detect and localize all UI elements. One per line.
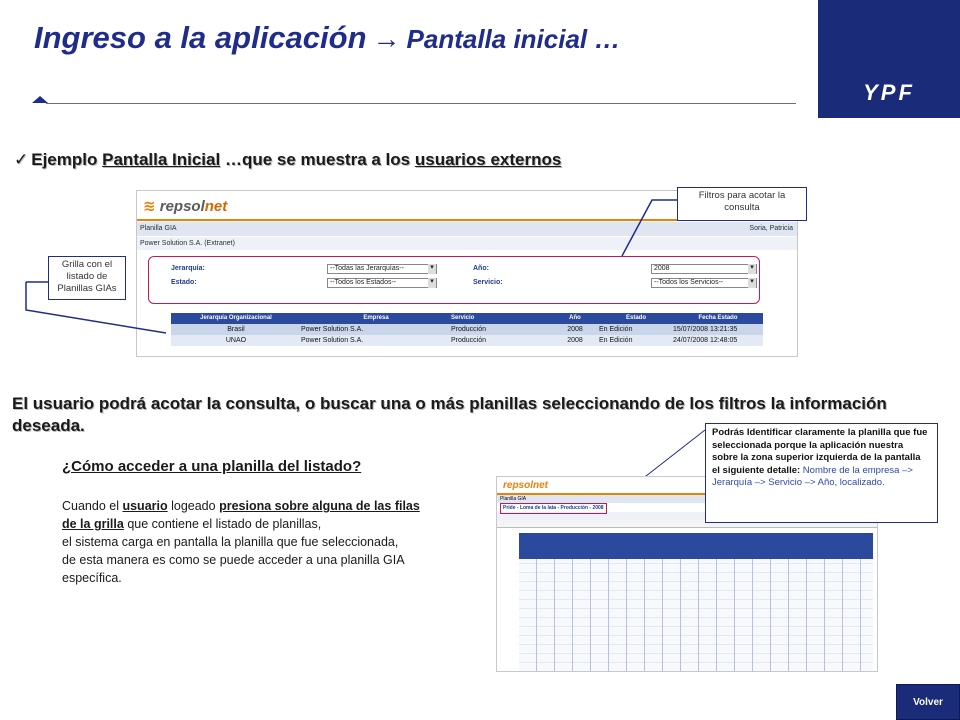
- filtros-connector: [621, 199, 677, 257]
- grilla-callout: Grilla con el listado de Planillas GIAs: [48, 256, 126, 300]
- screenshot2-grid-header: [519, 533, 873, 559]
- howto-heading: ¿Cómo acceder a una planilla del listado…: [62, 458, 362, 475]
- detail-callout: Podrás Identificar claramente la planill…: [705, 423, 938, 523]
- volver-button[interactable]: Volver: [896, 684, 960, 720]
- filtros-callout: Filtros para acotar la consulta: [677, 187, 807, 221]
- description: Cuando el usuario logeado presiona sobre…: [62, 499, 420, 585]
- breadcrumb-highlight: Pride - Loma de la lata - Producción - 2…: [500, 503, 607, 514]
